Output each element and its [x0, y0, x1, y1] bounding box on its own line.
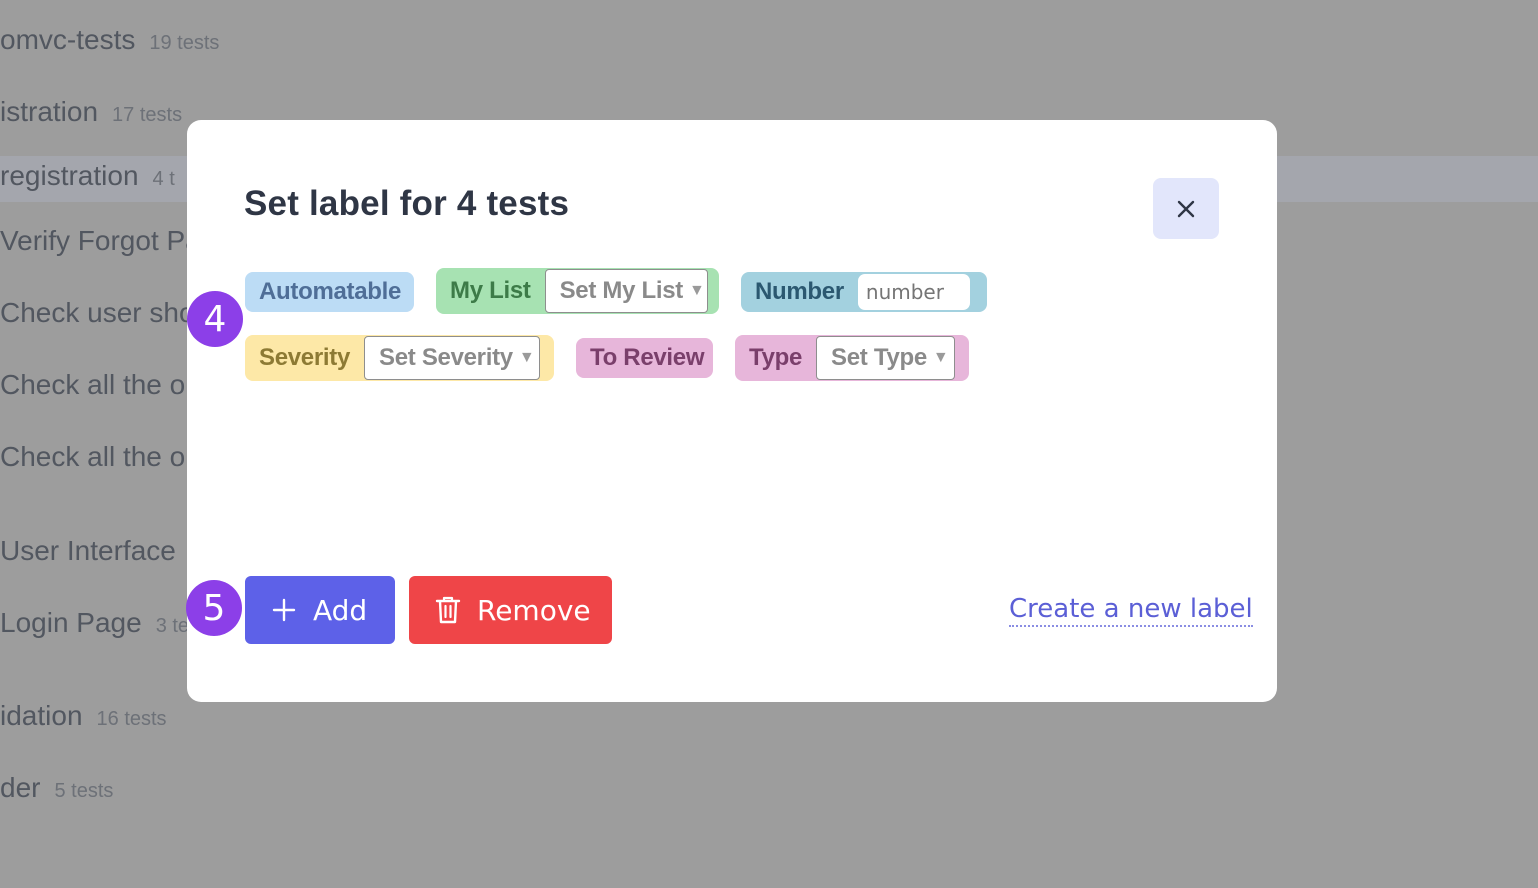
add-button[interactable]: Add	[245, 576, 395, 644]
my-list-select[interactable]: Set My List ▼	[544, 269, 708, 313]
background-list-item[interactable]: Check all the o	[0, 369, 185, 401]
background-list-item[interactable]: Check user sho	[0, 297, 195, 329]
background-list-item[interactable]: Login Page 3 te	[0, 607, 189, 639]
label-name: Type	[749, 344, 803, 371]
label-name: Automatable	[259, 278, 402, 305]
step-badge-5: 5	[186, 580, 242, 636]
number-input[interactable]	[857, 274, 970, 310]
background-list-item[interactable]: Verify Forgot Pa	[0, 225, 201, 257]
label-name: Severity	[259, 344, 350, 371]
background-list-item[interactable]: User Interface	[0, 535, 176, 567]
background-list-item[interactable]: der 5 tests	[0, 772, 113, 804]
background-list-item[interactable]: omvc-tests 19 tests	[0, 24, 219, 56]
step-badge-4: 4	[187, 291, 243, 347]
trash-icon	[435, 595, 461, 625]
label-my-list[interactable]: My List Set My List ▼	[436, 268, 719, 314]
create-new-label-link[interactable]: Create a new label	[1009, 594, 1253, 627]
plus-icon	[271, 597, 297, 623]
background-list-item[interactable]: istration 17 tests	[0, 96, 182, 128]
severity-select[interactable]: Set Severity ▼	[364, 336, 540, 380]
label-to-review[interactable]: To Review	[576, 338, 713, 378]
remove-button[interactable]: Remove	[409, 576, 612, 644]
label-name: To Review	[590, 344, 705, 371]
background-list-item[interactable]: registration 4 t	[0, 160, 175, 192]
label-number[interactable]: Number	[741, 272, 987, 312]
chevron-down-icon: ▼	[688, 282, 705, 299]
label-type[interactable]: Type Set Type ▼	[735, 335, 969, 381]
background-list-item[interactable]: Check all the o	[0, 441, 185, 473]
label-severity[interactable]: Severity Set Severity ▼	[245, 335, 554, 381]
label-name: Number	[755, 278, 844, 305]
chevron-down-icon: ▼	[932, 349, 949, 366]
background-list-item[interactable]: idation 16 tests	[0, 700, 167, 732]
close-button[interactable]	[1153, 178, 1219, 239]
close-icon	[1177, 200, 1195, 217]
label-automatable[interactable]: Automatable	[245, 272, 414, 312]
type-select[interactable]: Set Type ▼	[816, 336, 956, 380]
modal-title: Set label for 4 tests	[244, 184, 570, 223]
label-name: My List	[450, 277, 531, 304]
set-label-modal: Set label for 4 tests Automatable My Lis…	[187, 120, 1277, 702]
chevron-down-icon: ▼	[518, 349, 535, 366]
